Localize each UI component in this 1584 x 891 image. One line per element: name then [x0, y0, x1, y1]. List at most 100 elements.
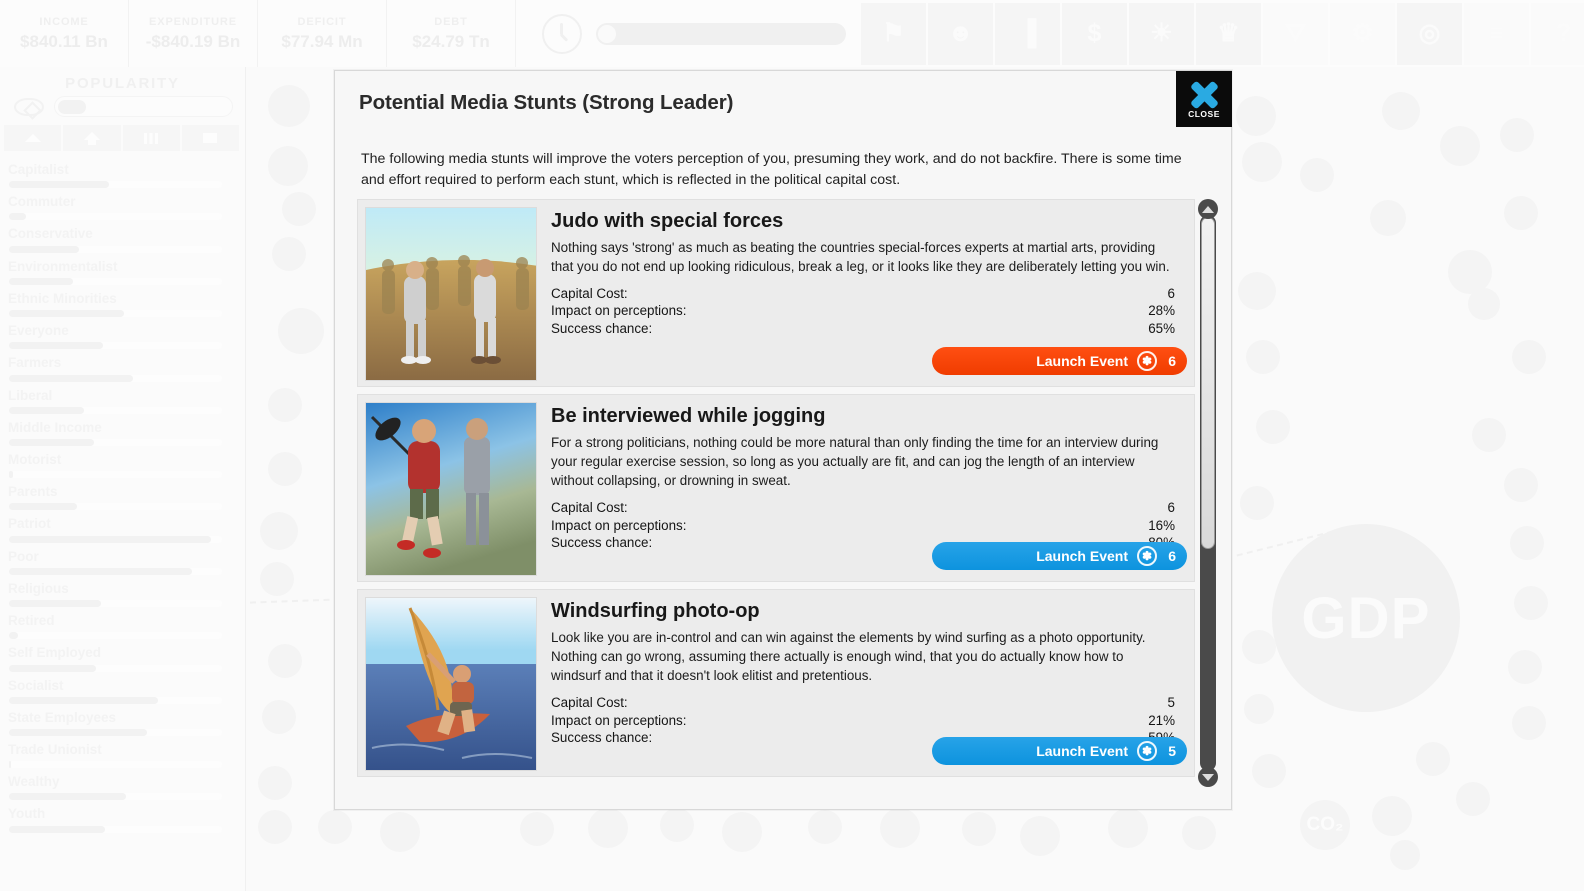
gdp-label: GDP	[1301, 585, 1431, 651]
tab-list[interactable]	[181, 125, 239, 151]
popularity-bar	[8, 663, 223, 673]
stat-row-impact-on-perceptions: Impact on perceptions: 28%	[551, 302, 1175, 319]
launch-event-button[interactable]: Launch Event ✽ 5	[932, 737, 1187, 765]
overall-popularity-bar	[54, 96, 233, 117]
tool-ideas[interactable]: ☀	[1129, 2, 1194, 65]
tool-settings[interactable]: ⚙	[1330, 2, 1395, 65]
tab-all[interactable]	[4, 125, 62, 151]
background-icon	[1382, 92, 1420, 130]
popularity-row[interactable]: State Employees	[0, 707, 245, 739]
popularity-row[interactable]: Conservative	[0, 223, 245, 255]
popularity-group-name: Environmentalist	[8, 258, 118, 274]
political-capital-icon: ✽	[1137, 741, 1157, 761]
popularity-row[interactable]: Everyone	[0, 320, 245, 352]
tool-reports[interactable]: ≡	[1464, 2, 1529, 65]
popularity-row[interactable]: Trade Unionist	[0, 739, 245, 771]
popularity-row[interactable]: Retired	[0, 610, 245, 642]
popularity-bar	[8, 534, 223, 544]
tab-groups[interactable]	[122, 125, 180, 151]
background-icon	[268, 85, 310, 127]
popularity-row[interactable]: Farmers	[0, 352, 245, 384]
scrollbar-thumb[interactable]	[1201, 217, 1215, 549]
popularity-header	[0, 92, 245, 123]
popularity-bar	[8, 599, 223, 609]
tool-help[interactable]: ?	[1531, 2, 1584, 65]
popularity-row[interactable]: Religious	[0, 578, 245, 610]
launch-event-cost: 6	[1168, 353, 1176, 369]
popularity-group-name: Retired	[8, 613, 55, 629]
popularity-group-name: Socialist	[8, 677, 64, 693]
popularity-row[interactable]: Youth	[0, 803, 245, 835]
popularity-bar-fill	[9, 535, 212, 543]
popularity-row[interactable]: Parents	[0, 481, 245, 513]
slider-knob[interactable]	[598, 24, 616, 43]
background-icon	[258, 766, 292, 800]
stat-value: -$840.19 Bn	[145, 31, 241, 51]
popularity-group-name: Patriot	[8, 516, 51, 532]
stat-label-impact-on-perceptions: Impact on perceptions:	[551, 303, 687, 319]
popularity-row[interactable]: Middle Income	[0, 417, 245, 449]
popularity-row[interactable]: Self Employed	[0, 642, 245, 674]
stat-value-capital-cost: 6	[1167, 500, 1175, 516]
panel-divider	[245, 67, 246, 891]
tool-podium[interactable]: ⚑	[861, 2, 926, 65]
tool-voters[interactable]: ☻	[928, 2, 993, 65]
launch-event-label: Launch Event	[1036, 743, 1128, 759]
game-speed-control[interactable]	[542, 13, 846, 54]
popularity-row[interactable]: Socialist	[0, 675, 245, 707]
popularity-row[interactable]: Capitalist	[0, 159, 245, 191]
popularity-bar-fill	[9, 761, 12, 769]
background-icon	[1252, 754, 1286, 788]
background-icon	[520, 812, 554, 846]
close-button[interactable]: CLOSE	[1176, 71, 1232, 127]
popularity-bar	[8, 695, 223, 705]
popularity-row[interactable]: Environmentalist	[0, 256, 245, 288]
popularity-bar	[8, 566, 223, 576]
launch-event-button[interactable]: Launch Event ✽ 6	[932, 347, 1187, 375]
popularity-row[interactable]: Motorist	[0, 449, 245, 481]
tool-targets[interactable]: ◎	[1397, 2, 1462, 65]
popularity-bar	[8, 727, 223, 737]
stunt-list-scrollbar[interactable]	[1197, 199, 1219, 787]
scroll-down-icon[interactable]	[1198, 767, 1218, 787]
stat-value: $77.94 Mn	[281, 31, 363, 51]
background-icon	[880, 808, 920, 848]
popularity-row[interactable]: Ethnic Minorities	[0, 288, 245, 320]
tool-groups[interactable]: ⛛	[1263, 2, 1328, 65]
background-icon	[1020, 816, 1060, 856]
main-toolbar[interactable]: ⚑ ☻ ▐ $ ☀ ♛ ⛛ ⚙ ◎ ≡?	[860, 0, 1584, 67]
popularity-bar-fill	[9, 728, 148, 736]
tool-statistics[interactable]: ▐	[995, 2, 1060, 65]
background-icon	[1236, 96, 1276, 136]
political-capital-icon: ✽	[1137, 546, 1157, 566]
background-icon	[272, 237, 306, 271]
judo-with-special-forces-image	[365, 207, 537, 381]
stat-label: INCOME	[39, 15, 89, 28]
popularity-row[interactable]: Patriot	[0, 513, 245, 545]
stat-debt: DEBT $24.79 Tn	[387, 0, 516, 67]
popularity-group-name: Farmers	[8, 355, 62, 371]
popularity-tabs[interactable]	[0, 123, 245, 155]
tool-targets-icon: ◎	[1418, 19, 1441, 47]
stat-label: DEBT	[434, 15, 468, 28]
tool-finance[interactable]: $	[1062, 2, 1127, 65]
stat-label: DEFICIT	[297, 15, 347, 28]
tool-achievements-icon: ♛	[1217, 19, 1240, 47]
dialog-header: Potential Media Stunts (Strong Leader)	[335, 71, 1231, 141]
launch-event-button[interactable]: Launch Event ✽ 6	[932, 542, 1187, 570]
stat-label-impact-on-perceptions: Impact on perceptions:	[551, 517, 687, 533]
tool-statistics-icon: ▐	[1018, 19, 1037, 47]
popularity-bar-fill	[9, 471, 14, 479]
stat-deficit: DEFICIT $77.94 Mn	[258, 0, 387, 67]
popularity-row[interactable]: Wealthy	[0, 771, 245, 803]
popularity-row[interactable]: Commuter	[0, 191, 245, 223]
stat-label-success-chance: Success chance:	[551, 729, 653, 745]
background-icon	[1300, 158, 1334, 192]
tab-home[interactable]	[63, 125, 121, 151]
game-speed-slider[interactable]	[596, 22, 846, 45]
scroll-up-icon[interactable]	[1198, 199, 1218, 219]
popularity-row[interactable]: Liberal	[0, 385, 245, 417]
tool-achievements[interactable]: ♛	[1196, 2, 1261, 65]
popularity-row[interactable]: Poor	[0, 546, 245, 578]
stat-label-capital-cost: Capital Cost:	[551, 695, 628, 711]
